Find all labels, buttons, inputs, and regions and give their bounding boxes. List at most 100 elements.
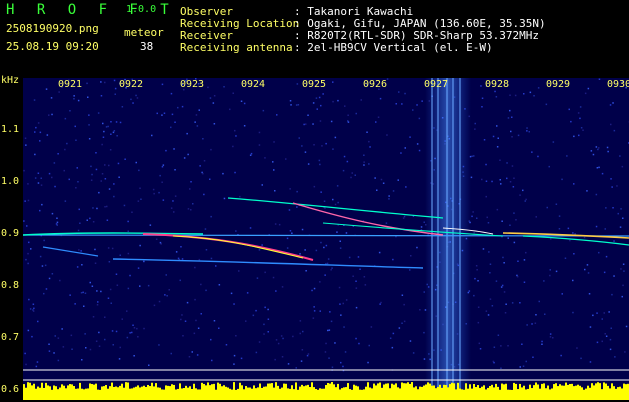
noise-speck	[611, 294, 613, 296]
noise-speck	[159, 301, 161, 303]
level-bar	[105, 385, 107, 400]
noise-speck	[87, 97, 89, 99]
level-bar	[405, 383, 407, 400]
noise-speck	[611, 186, 613, 188]
noise-speck	[502, 285, 504, 287]
level-bar	[445, 385, 447, 400]
noise-speck	[605, 207, 607, 209]
level-bar	[623, 384, 625, 400]
noise-speck	[519, 194, 521, 196]
noise-speck	[151, 135, 153, 137]
noise-speck	[164, 294, 166, 296]
noise-speck	[605, 333, 607, 335]
level-bar	[33, 384, 35, 400]
noise-speck	[419, 118, 421, 120]
noise-speck	[339, 287, 341, 289]
noise-speck	[499, 160, 501, 162]
level-bar	[411, 382, 413, 400]
noise-speck	[110, 121, 112, 123]
level-bar	[87, 388, 89, 400]
noise-speck	[409, 136, 411, 138]
noise-speck	[356, 113, 358, 115]
noise-speck	[56, 218, 58, 220]
noise-speck	[409, 269, 411, 271]
noise-speck	[368, 141, 370, 143]
level-bar	[221, 386, 223, 400]
noise-speck	[348, 121, 350, 123]
noise-speck	[194, 333, 196, 335]
noise-speck	[359, 269, 361, 271]
level-bar	[231, 390, 233, 400]
level-bar	[493, 387, 495, 400]
noise-speck	[569, 109, 571, 111]
level-bar	[499, 390, 501, 400]
noise-speck	[329, 329, 331, 331]
noise-speck	[235, 230, 237, 232]
level-bar	[391, 384, 393, 400]
noise-speck	[379, 252, 381, 254]
noise-speck	[290, 104, 292, 106]
noise-speck	[550, 336, 552, 338]
noise-speck	[91, 174, 93, 176]
noise-speck	[153, 189, 155, 191]
noise-speck	[392, 347, 394, 349]
info-location-key: Receiving Location	[180, 18, 299, 29]
level-bar	[243, 389, 245, 400]
level-bar	[439, 385, 441, 400]
noise-speck	[53, 352, 55, 354]
level-bar	[155, 383, 157, 400]
noise-speck	[340, 314, 342, 316]
level-bar	[527, 389, 529, 400]
noise-speck	[320, 191, 322, 193]
level-bar	[129, 389, 131, 400]
noise-speck	[136, 328, 138, 330]
level-bar	[235, 390, 237, 400]
noise-speck	[562, 293, 564, 295]
noise-speck	[493, 362, 495, 364]
noise-speck	[312, 123, 314, 125]
y-tick-label: 1.1	[1, 125, 19, 135]
noise-speck	[401, 103, 403, 105]
noise-speck	[89, 218, 91, 220]
noise-speck	[127, 221, 128, 223]
noise-speck	[274, 190, 276, 192]
noise-speck	[23, 220, 25, 222]
noise-speck	[515, 95, 517, 97]
level-bar	[65, 388, 67, 400]
level-bar	[487, 388, 489, 400]
noise-speck	[81, 292, 83, 294]
noise-speck	[178, 258, 180, 260]
noise-speck	[194, 121, 196, 123]
level-bar	[543, 383, 545, 400]
noise-speck	[110, 134, 112, 136]
level-bar	[281, 388, 283, 400]
noise-speck	[361, 99, 363, 101]
noise-speck	[324, 207, 326, 209]
noise-speck	[88, 114, 90, 116]
noise-speck	[421, 226, 423, 228]
noise-speck	[256, 352, 258, 354]
noise-speck	[132, 102, 134, 104]
noise-speck	[54, 186, 56, 188]
noise-speck	[404, 321, 406, 323]
noise-speck	[623, 270, 625, 272]
noise-speck	[512, 165, 514, 167]
noise-speck	[337, 202, 339, 204]
level-bar	[47, 385, 49, 400]
info-antenna-value: : 2el-HB9CV Vertical (el. E-W)	[294, 42, 493, 53]
noise-speck	[201, 313, 203, 315]
level-bar	[259, 383, 261, 400]
noise-speck	[549, 275, 551, 277]
level-bar	[27, 382, 29, 400]
noise-speck	[602, 318, 604, 320]
level-bar	[147, 385, 149, 400]
noise-speck	[30, 308, 32, 310]
noise-speck	[355, 175, 357, 177]
level-bar	[463, 390, 465, 400]
level-bar	[55, 386, 57, 400]
noise-speck	[128, 288, 130, 290]
noise-speck	[620, 208, 622, 210]
noise-speck	[186, 133, 188, 135]
noise-speck	[584, 237, 586, 239]
noise-speck	[490, 264, 492, 266]
